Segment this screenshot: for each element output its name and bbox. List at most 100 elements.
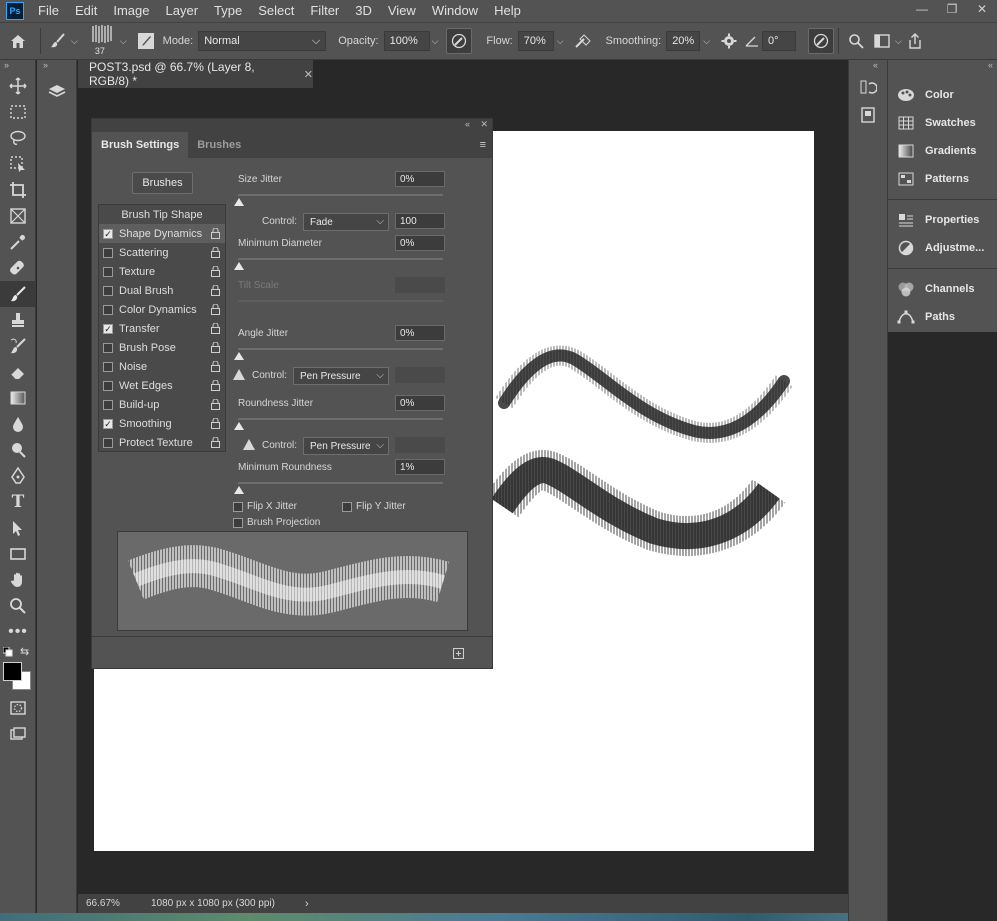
opacity-field[interactable]: 100% (383, 31, 430, 51)
history-panel-icon[interactable] (849, 73, 887, 101)
chevron-down-icon[interactable]: ⌵ (557, 36, 564, 47)
close-icon[interactable]: ✕ (967, 0, 997, 18)
list-item-dual-brush[interactable]: Dual Brush (99, 281, 225, 300)
workspace-icon[interactable] (869, 28, 895, 54)
pressure-opacity-icon[interactable] (446, 28, 473, 54)
collapse-panel-icon[interactable]: » (0, 60, 35, 73)
airbrush-icon[interactable] (570, 28, 596, 54)
tab-brush-settings[interactable]: Brush Settings (92, 132, 189, 158)
mode-select[interactable]: Normal ⌵ (198, 31, 327, 51)
checkbox-noise[interactable] (103, 361, 113, 372)
panel-channels[interactable]: Channels (888, 275, 997, 303)
checkbox-brush-pose[interactable] (103, 342, 113, 353)
flow-field[interactable]: 70% (517, 31, 554, 51)
minimum-diameter-field[interactable]: 0% (395, 235, 445, 251)
zoom-tool-icon[interactable] (0, 593, 36, 619)
crop-tool-icon[interactable] (0, 177, 36, 203)
eyedropper-tool-icon[interactable] (0, 229, 36, 255)
angle-jitter-thumb[interactable] (234, 352, 244, 360)
eraser-tool-icon[interactable] (0, 359, 36, 385)
control-select-angle[interactable]: Pen Pressure ⌵ (293, 367, 389, 385)
angle-jitter-field[interactable]: 0% (395, 325, 445, 341)
hand-tool-icon[interactable] (0, 567, 36, 593)
collapse-dock-icon[interactable]: « (888, 60, 997, 73)
checkbox-flip-x-jitter[interactable] (233, 502, 243, 512)
menu-layer[interactable]: Layer (158, 0, 207, 22)
quick-mask-icon[interactable] (0, 695, 36, 721)
list-item-transfer[interactable]: ✓ Transfer (99, 319, 225, 338)
roundness-jitter-thumb[interactable] (234, 422, 244, 430)
close-panel-icon[interactable]: ✕ (480, 119, 488, 130)
minimum-roundness-thumb[interactable] (234, 486, 244, 494)
marquee-tool-icon[interactable] (0, 99, 36, 125)
panel-swatches[interactable]: Swatches (888, 109, 997, 137)
checkbox-shape-dynamics[interactable]: ✓ (103, 228, 113, 239)
checkbox-transfer[interactable]: ✓ (103, 323, 113, 334)
type-tool-icon[interactable]: T (0, 489, 36, 515)
move-tool-icon[interactable] (0, 73, 36, 99)
status-menu-arrow-icon[interactable]: › (305, 898, 309, 910)
panel-properties[interactable]: Properties (888, 206, 997, 234)
libraries-panel-icon[interactable] (849, 101, 887, 129)
screen-mode-icon[interactable] (0, 721, 36, 747)
toggle-brush-settings-icon[interactable] (133, 28, 159, 54)
chevron-down-icon[interactable]: ⌵ (703, 36, 710, 47)
default-colors-icon[interactable] (3, 647, 13, 657)
checkbox-wet-edges[interactable] (103, 380, 113, 391)
checkbox-protect-texture[interactable] (103, 437, 113, 448)
brush-size-picker[interactable]: 37 (86, 24, 120, 58)
pressure-size-icon[interactable] (808, 28, 835, 54)
object-selection-tool-icon[interactable] (0, 151, 36, 177)
expand-panel-icon[interactable]: » (37, 60, 76, 73)
document-tab[interactable]: POST3.psd @ 66.7% (Layer 8, RGB/8) * ✕ (78, 60, 313, 88)
search-icon[interactable] (843, 28, 869, 54)
blur-tool-icon[interactable] (0, 411, 36, 437)
list-item-smoothing[interactable]: ✓ Smoothing (99, 414, 225, 433)
history-brush-tool-icon[interactable] (0, 333, 36, 359)
angle-jitter-slider[interactable] (238, 348, 443, 350)
swap-colors-icon[interactable]: ⇆ (20, 645, 29, 658)
panel-paths[interactable]: Paths (888, 303, 997, 331)
angle-field[interactable]: 0° (762, 31, 797, 51)
chevron-down-icon[interactable]: ⌵ (432, 36, 439, 47)
list-item-scattering[interactable]: Scattering (99, 243, 225, 262)
menu-edit[interactable]: Edit (67, 0, 105, 22)
menu-select[interactable]: Select (250, 0, 302, 22)
more-tools-icon[interactable]: ••• (0, 619, 36, 645)
layers-icon[interactable] (37, 73, 77, 111)
roundness-jitter-field[interactable]: 0% (395, 395, 445, 411)
panel-color[interactable]: Color (888, 81, 997, 109)
list-item-brush-tip-shape[interactable]: Brush Tip Shape (99, 205, 225, 224)
rectangle-tool-icon[interactable] (0, 541, 36, 567)
chevron-down-icon[interactable]: ⌵ (71, 36, 78, 47)
list-item-texture[interactable]: Texture (99, 262, 225, 281)
checkbox-build-up[interactable] (103, 399, 113, 410)
panel-adjustments[interactable]: Adjustme... (888, 234, 997, 262)
menu-image[interactable]: Image (105, 0, 157, 22)
foreground-color-swatch[interactable] (3, 662, 22, 681)
zoom-level[interactable]: 66.67% (86, 898, 141, 909)
smoothing-field[interactable]: 20% (666, 31, 701, 51)
frame-tool-icon[interactable] (0, 203, 36, 229)
size-jitter-slider[interactable] (238, 194, 443, 196)
checkbox-smoothing[interactable]: ✓ (103, 418, 113, 429)
control-select-size[interactable]: Fade ⌵ (303, 213, 389, 231)
gear-icon[interactable] (716, 28, 742, 54)
control-fade-steps-field[interactable]: 100 (395, 213, 445, 229)
path-selection-tool-icon[interactable] (0, 515, 36, 541)
menu-filter[interactable]: Filter (302, 0, 347, 22)
list-item-protect-texture[interactable]: Protect Texture (99, 433, 225, 452)
share-icon[interactable] (902, 28, 928, 54)
dodge-tool-icon[interactable] (0, 437, 36, 463)
home-icon[interactable] (0, 28, 36, 54)
brush-tool-icon[interactable] (0, 281, 36, 307)
list-item-build-up[interactable]: Build-up (99, 395, 225, 414)
gradient-tool-icon[interactable] (0, 385, 36, 411)
collapse-panel-icon[interactable]: « (849, 60, 887, 73)
menu-file[interactable]: File (30, 0, 67, 22)
brush-tool-preset-icon[interactable] (45, 28, 71, 54)
restore-icon[interactable]: ❐ (937, 0, 967, 18)
checkbox-flip-y-jitter[interactable] (342, 502, 352, 512)
close-tab-icon[interactable]: ✕ (304, 68, 313, 81)
menu-type[interactable]: Type (206, 0, 250, 22)
